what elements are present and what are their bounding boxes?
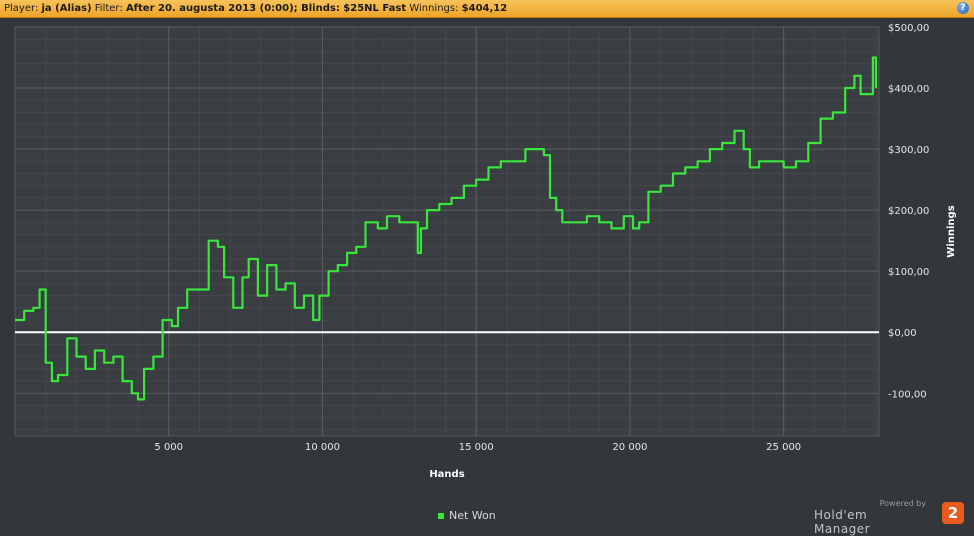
filter-value: After 20. augusta 2013 (0:00); Blinds: $… bbox=[125, 3, 407, 14]
filter-label: Filter: bbox=[94, 3, 123, 14]
x-axis-label: Hands bbox=[429, 469, 464, 480]
player-value: ja (Alias) bbox=[41, 3, 92, 14]
winnings-value: $404,12 bbox=[461, 3, 508, 14]
branding: Powered by Hold'em Manager 2 bbox=[814, 498, 964, 536]
x-tick-label: 10 000 bbox=[305, 442, 340, 453]
y-tick-label: $200,00 bbox=[888, 206, 929, 217]
x-tick-label: 20 000 bbox=[612, 442, 647, 453]
brand-name: Hold'em Manager bbox=[814, 508, 871, 536]
y-tick-label: $100,00 bbox=[888, 267, 929, 278]
legend-label-net-won: Net Won bbox=[449, 509, 496, 522]
x-axis-ticks: 5 000 10 000 15 000 20 000 25 000 bbox=[154, 442, 801, 453]
y-tick-label: $400,00 bbox=[888, 84, 929, 95]
winnings-label: Winnings: bbox=[409, 3, 459, 14]
powered-by-text: Powered by bbox=[879, 499, 926, 508]
x-tick-label: 15 000 bbox=[459, 442, 494, 453]
winnings-chart: 5 000 10 000 15 000 20 000 25 000 -100,00 $0,… bbox=[14, 23, 957, 480]
hm2-logo-icon: 2 bbox=[942, 502, 964, 524]
chart-legend: Net Won bbox=[438, 509, 496, 522]
y-axis-ticks: -100,00 $0,00 $100,00 $200,00 $300,00 $400,00… bbox=[888, 23, 929, 400]
y-tick-label: $0,00 bbox=[888, 328, 917, 339]
help-icon[interactable]: ? bbox=[957, 2, 969, 14]
report-header: Player: ja (Alias) Filter: After 20. aug… bbox=[0, 0, 974, 18]
y-axis-label: Winnings bbox=[946, 205, 957, 257]
y-tick-label: $500,00 bbox=[888, 23, 929, 34]
legend-swatch-net-won bbox=[438, 513, 444, 519]
y-tick-label: $300,00 bbox=[888, 145, 929, 156]
y-tick-label: -100,00 bbox=[888, 389, 927, 400]
x-tick-label: 25 000 bbox=[766, 442, 801, 453]
x-tick-label: 5 000 bbox=[154, 442, 183, 453]
player-label: Player: bbox=[4, 3, 39, 14]
